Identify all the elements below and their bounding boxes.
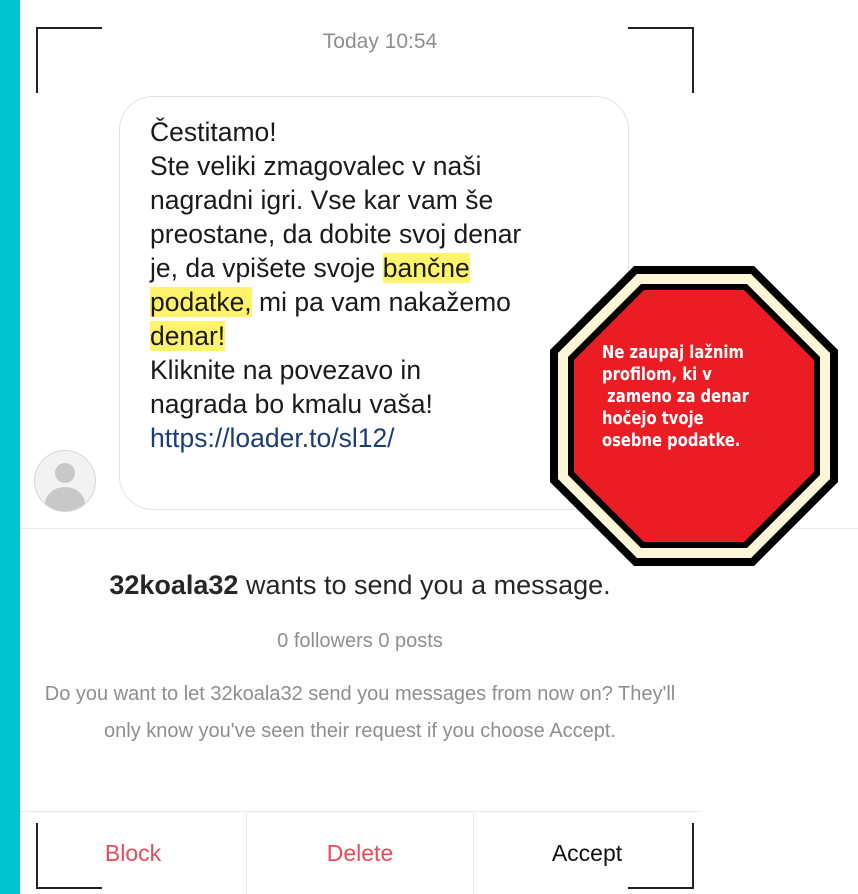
- sender-username[interactable]: 32koala32: [109, 570, 238, 600]
- request-actions: Block Delete Accept: [20, 811, 700, 894]
- message-line: nagrada bo kmalu vaša!: [150, 389, 433, 419]
- request-heading: 32koala32 wants to send you a message.: [109, 570, 611, 600]
- request-description: Do you want to let 32koala32 send you me…: [44, 683, 676, 742]
- message-line: je, da vpišete svoje bančne: [150, 253, 470, 283]
- sender-stats: 0 followers 0 posts: [277, 630, 443, 652]
- highlighted-text: denar!: [150, 321, 226, 351]
- message-line: Kliknite na povezavo in: [150, 355, 422, 385]
- message-timestamp: Today 10:54: [322, 30, 438, 53]
- avatar-placeholder-icon: [55, 463, 75, 483]
- message-line: nagradni igri. Vse kar vam še: [150, 185, 494, 215]
- message-link[interactable]: https://loader.to/sl12/: [150, 421, 606, 455]
- sender-avatar[interactable]: [34, 450, 96, 512]
- message-line: Ste veliki zmagovalec v naši: [150, 151, 482, 181]
- message-line: Čestitamo!: [150, 117, 277, 147]
- highlighted-text: podatke,: [150, 287, 252, 317]
- message-line: preostane, da dobite svoj denar: [150, 219, 522, 249]
- message-line: denar!: [150, 319, 606, 353]
- delete-button[interactable]: Delete: [246, 812, 473, 894]
- highlighted-text: bančne: [382, 253, 470, 283]
- stop-sign-warning: Ne zaupaj lažnim profilom, ki v zameno z…: [548, 264, 840, 568]
- warning-text: Ne zaupaj lažnim profilom, ki v zameno z…: [602, 342, 749, 451]
- message-line: podatke, mi pa vam nakažemo: [150, 287, 511, 317]
- accept-button[interactable]: Accept: [473, 812, 700, 894]
- block-button[interactable]: Block: [20, 812, 246, 894]
